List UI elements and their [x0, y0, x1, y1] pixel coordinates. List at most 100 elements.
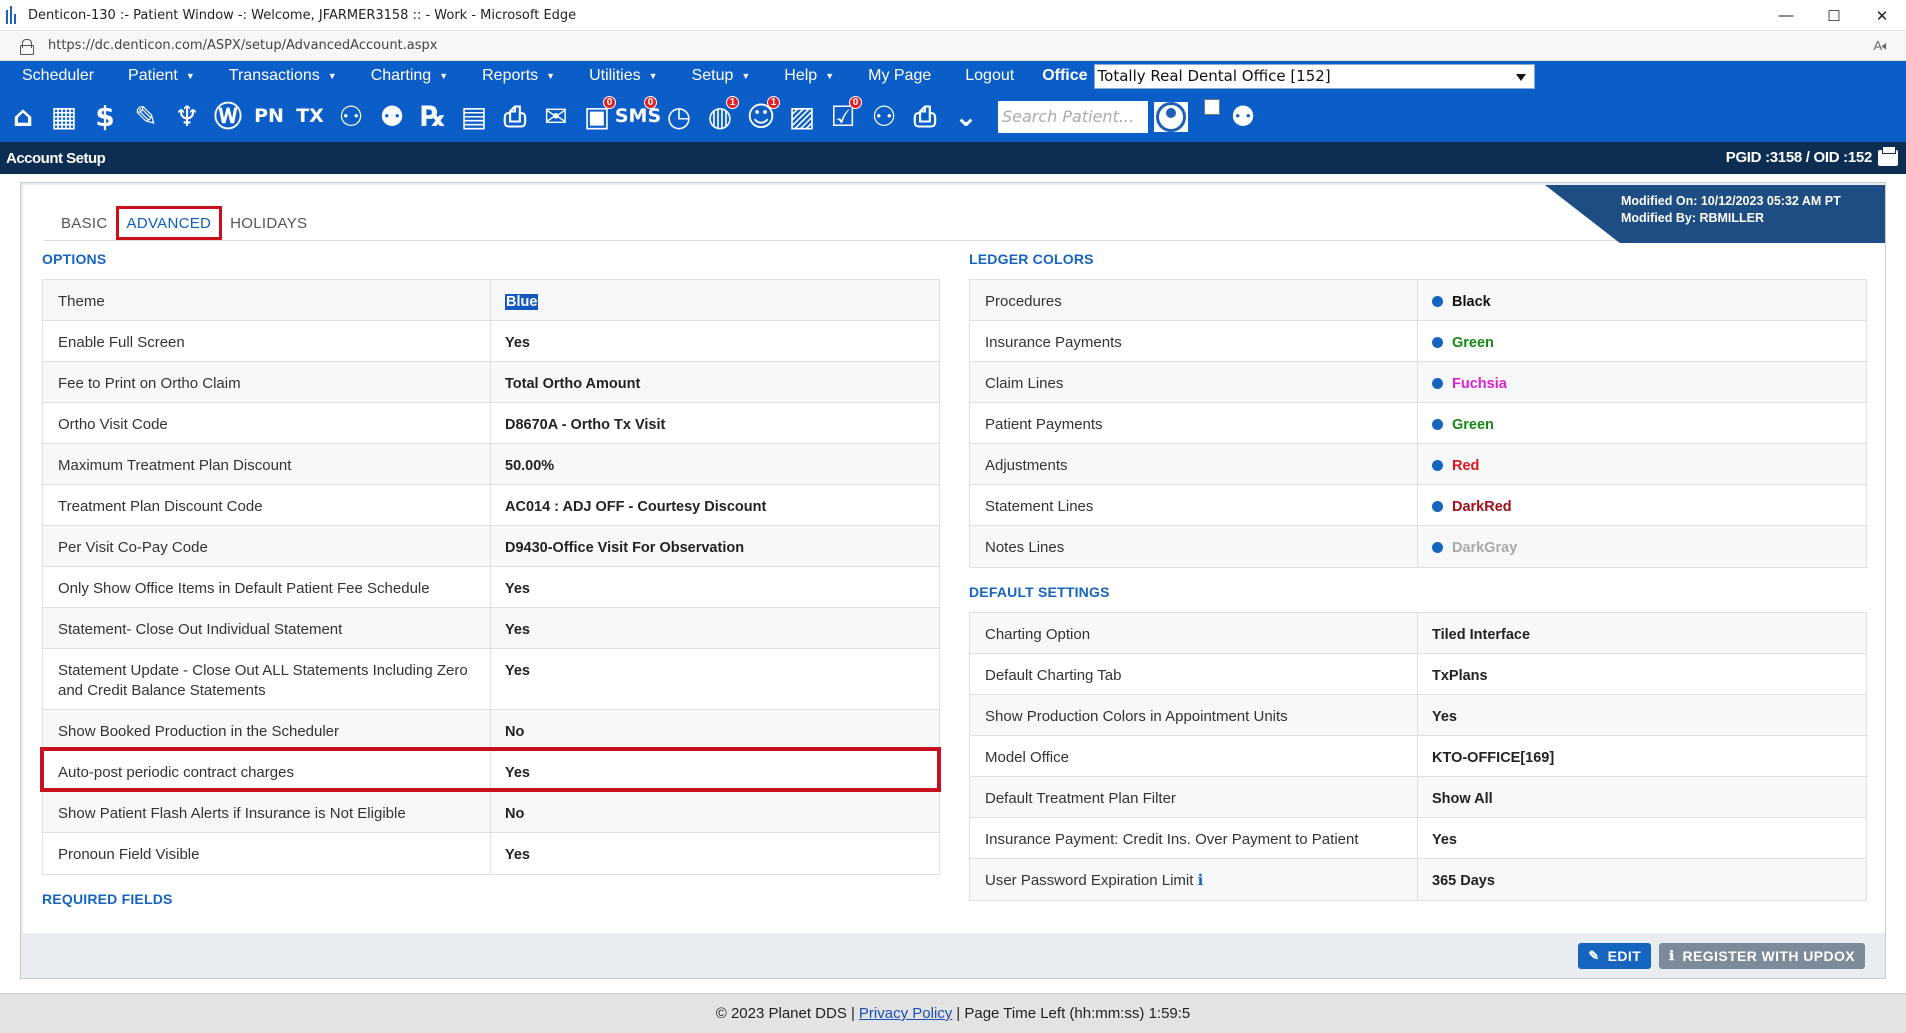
table-row: Insurance Payments Green	[970, 321, 1866, 362]
table-row: Statement Update - Close Out ALL Stateme…	[43, 649, 939, 710]
icon-glyph: ▤	[460, 99, 488, 133]
ledger-colors-table: Procedures Black Insurance Payments Green Cl…	[969, 279, 1867, 568]
icon-glyph: ♆	[174, 99, 200, 133]
printer-doc-icon[interactable]: ⎙	[496, 96, 534, 138]
search-patient-input[interactable]: Search Patient...	[998, 100, 1148, 133]
pencil-list-icon[interactable]: ✎	[127, 96, 165, 138]
table-row: Theme Blue	[43, 280, 939, 321]
menu-label: Charting	[370, 67, 432, 84]
menu-scheduler[interactable]: Scheduler	[0, 67, 94, 85]
table-row: Model Office KTO-OFFICE[169]	[970, 736, 1866, 777]
tab-advanced[interactable]: ADVANCED	[115, 206, 223, 240]
row-value: DarkRed	[1418, 485, 1526, 525]
row-label: Statement Update - Close Out ALL Stateme…	[43, 649, 491, 709]
page-time-left: | Page Time Left (hh:mm:ss) 1:59:5	[956, 1005, 1191, 1022]
highlight-box-auto-post	[40, 747, 941, 792]
row-value: KTO-OFFICE[169]	[1432, 750, 1555, 766]
lock-icon[interactable]	[20, 38, 34, 55]
address-bar: https://dc.denticon.com/ASPX/setup/Advan…	[0, 31, 1906, 61]
register-updox-button[interactable]: ℹ REGISTER WITH UPDOX	[1659, 943, 1865, 969]
caret-down-icon: ▼	[825, 71, 835, 81]
icon-glyph: ▦	[50, 99, 78, 133]
edit-button[interactable]: ✎ EDIT	[1578, 943, 1652, 969]
print-icon[interactable]: ⎙	[906, 96, 944, 138]
menu-label: Help	[784, 67, 818, 84]
patient-group-icon[interactable]: ⚉	[373, 96, 411, 138]
default-settings-scroll: Charting Option Tiled Interface Default Ch…	[969, 612, 1867, 906]
menu-reports[interactable]: Reports ▼	[460, 67, 555, 85]
close-button[interactable]: ✕	[1858, 0, 1906, 31]
globe-icon[interactable]: ◍ 1	[701, 95, 739, 138]
info-icon[interactable]: ℹ	[1193, 872, 1204, 889]
row-value: 365 Days	[1432, 873, 1495, 889]
minimize-button[interactable]: —	[1762, 0, 1810, 31]
app-icon	[6, 6, 20, 24]
patient-search-button[interactable]	[1152, 99, 1190, 134]
color-dot-icon	[1432, 419, 1443, 430]
account-setup-card: BASIC ADVANCED HOLIDAYS Modified On: 10/…	[23, 185, 1885, 933]
color-dot-icon	[1432, 378, 1443, 389]
row-label: Insurance Payment: Credit Ins. Over Paym…	[970, 818, 1418, 858]
calendar-icon[interactable]: ▦	[45, 96, 83, 138]
dollar-icon[interactable]: $	[86, 96, 124, 138]
menu-logout[interactable]: Logout	[943, 67, 1014, 85]
people-icon[interactable]: ⚇	[865, 96, 903, 138]
default-settings-title: DEFAULT SETTINGS	[969, 584, 1110, 600]
table-row: Show Booked Production in the Scheduler N…	[43, 710, 939, 751]
menu-label: Patient	[128, 67, 178, 84]
menu-my-page[interactable]: My Page	[846, 67, 931, 85]
clock-icon[interactable]: ◷	[660, 96, 698, 138]
icon-glyph: TX	[296, 105, 324, 127]
menu-patient[interactable]: Patient ▼	[106, 67, 195, 85]
row-label: Theme	[43, 280, 491, 320]
menu-label: Scheduler	[22, 67, 95, 84]
menu-help[interactable]: Help ▼	[762, 67, 834, 85]
office-select[interactable]: Totally Real Dental Office [152]	[1093, 63, 1535, 89]
table-row: Per Visit Co-Pay Code D9430-Office Visit …	[43, 526, 939, 567]
table-row: Treatment Plan Discount Code AC014 : ADJ …	[43, 485, 939, 526]
tab-basic[interactable]: BASIC	[53, 206, 116, 240]
row-label: Claim Lines	[970, 362, 1418, 402]
tooth-root-icon[interactable]: Ⓦ	[209, 96, 247, 138]
tx-icon[interactable]: TX	[291, 96, 329, 138]
rx-icon[interactable]: ℞	[414, 96, 452, 138]
pn-icon[interactable]: PN	[250, 96, 288, 138]
row-value: Yes	[1432, 832, 1457, 848]
office-label: Office	[1042, 67, 1088, 84]
privacy-policy-link[interactable]: Privacy Policy	[859, 1005, 952, 1022]
table-row: Statement Lines DarkRed	[970, 485, 1866, 526]
tab-holidays[interactable]: HOLIDAYS	[222, 206, 315, 240]
chat-icon[interactable]: ▤	[455, 96, 493, 138]
menu-setup[interactable]: Setup ▼	[670, 67, 751, 85]
row-label: Charting Option	[970, 613, 1418, 653]
menu-charting[interactable]: Charting ▼	[349, 67, 448, 85]
add-patient-icon[interactable]: ⚇	[332, 96, 370, 138]
menu-utilities[interactable]: Utilities ▼	[567, 67, 657, 85]
notification-badge: 0	[849, 95, 862, 109]
row-value: Show All	[1432, 791, 1493, 807]
menu-transactions[interactable]: Transactions ▼	[207, 67, 337, 85]
table-row: Show Patient Flash Alerts if Insurance i…	[43, 792, 939, 833]
mail-icon[interactable]: ✉	[537, 96, 575, 138]
read-aloud-icon[interactable]: A🔈︎	[1874, 38, 1890, 54]
ledger-colors-title: LEDGER COLORS	[969, 251, 1094, 267]
icon-glyph: ⚇	[871, 99, 897, 133]
row-label: Notes Lines	[970, 526, 1418, 567]
row-label: Model Office	[970, 736, 1418, 776]
notification-badge: 0	[644, 95, 657, 109]
sms-icon[interactable]: SMS 0	[615, 95, 661, 138]
toolbar-checkbox[interactable]	[1204, 99, 1220, 115]
photo-icon[interactable]: ▨	[783, 96, 821, 138]
tooth-icon[interactable]: ♆	[168, 96, 206, 138]
color-name: Green	[1452, 335, 1494, 351]
required-fields-title[interactable]: REQUIRED FIELDS	[42, 891, 173, 907]
support-icon[interactable]: ☺ 1	[742, 95, 780, 138]
url-field[interactable]: https://dc.denticon.com/ASPX/setup/Advan…	[48, 38, 437, 53]
print-icon[interactable]	[1878, 146, 1898, 166]
group-search-icon[interactable]: ⚉	[1224, 96, 1262, 138]
maximize-button[interactable]: ☐	[1810, 0, 1858, 31]
image-icon[interactable]: ▣ 0	[578, 95, 616, 138]
home-icon[interactable]: ⌂	[4, 96, 42, 138]
document-check-icon[interactable]: ☑ 0	[824, 95, 862, 138]
inbox-icon[interactable]: ⌄	[947, 96, 985, 138]
